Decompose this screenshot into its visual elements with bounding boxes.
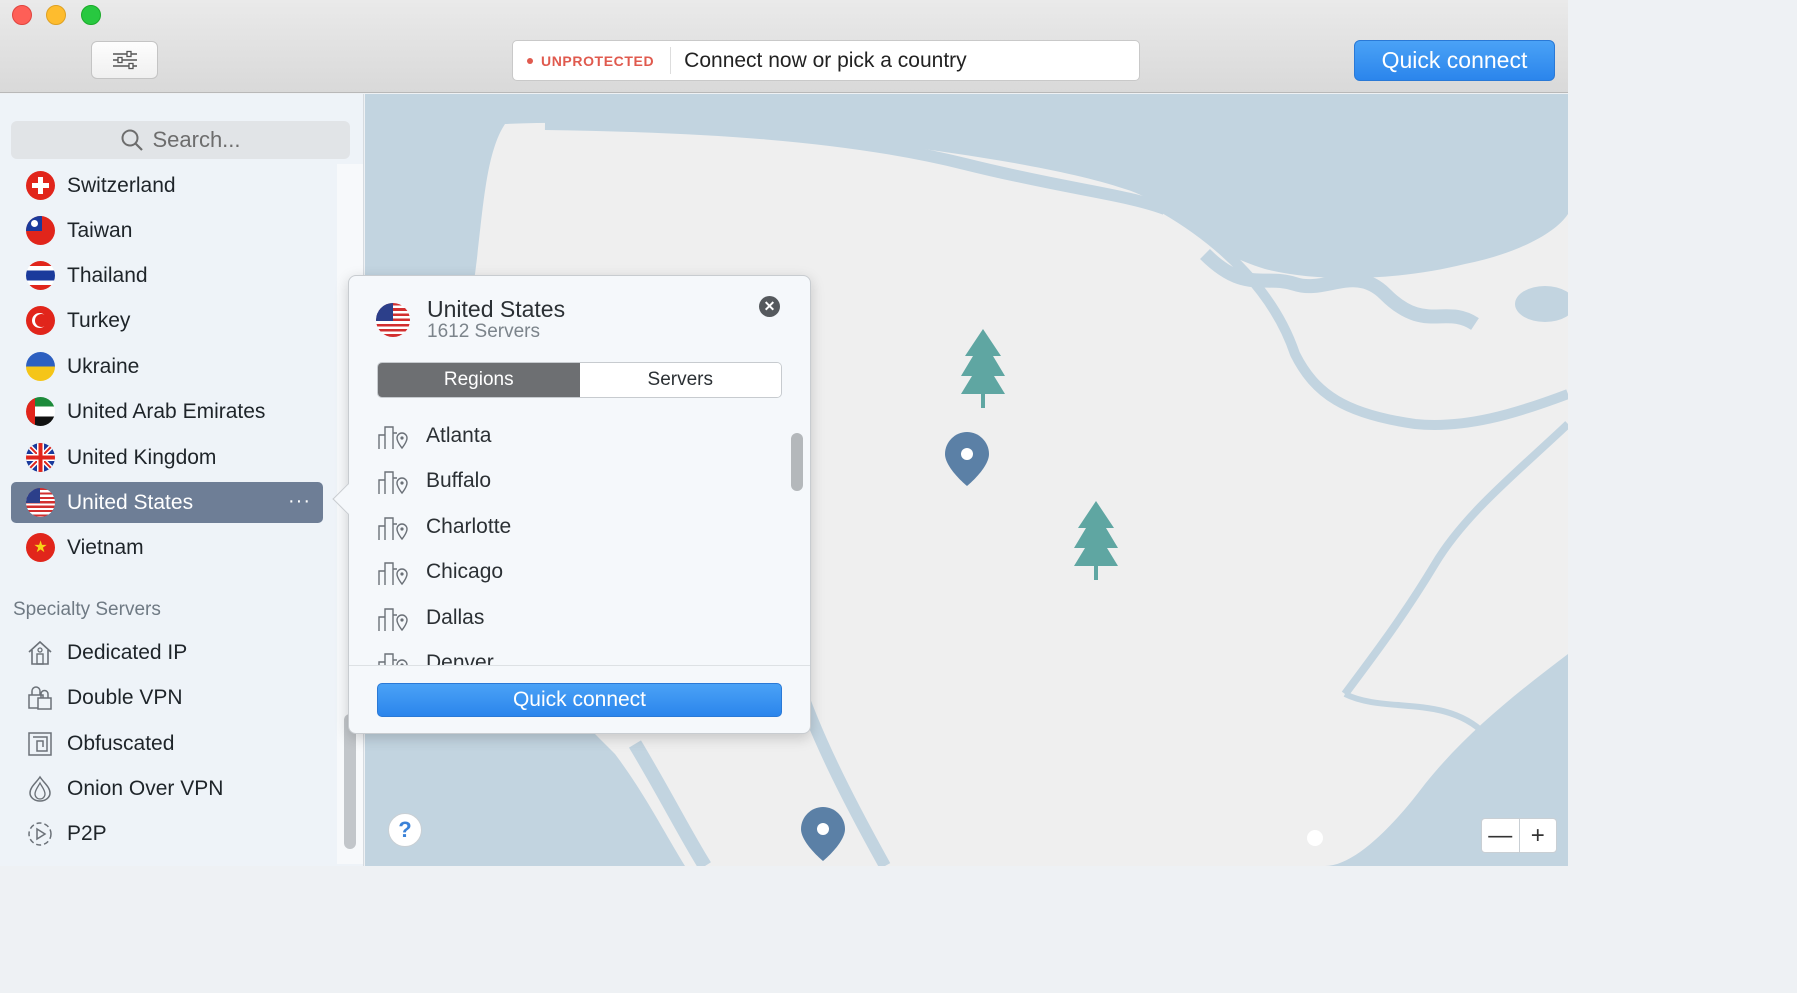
status-message: Connect now or pick a country (684, 48, 967, 72)
popover-quick-connect-button[interactable]: Quick connect (377, 683, 782, 717)
search-icon (121, 129, 144, 151)
country-name: Ukraine (67, 354, 140, 378)
taiwan-flag-icon (26, 216, 55, 245)
country-name: United States (67, 490, 194, 514)
popover-country-name: United States (427, 296, 566, 322)
country-name: United Arab Emirates (67, 399, 266, 423)
specialty-name: Dedicated IP (67, 640, 188, 664)
tab-servers[interactable]: Servers (579, 363, 781, 397)
search-input[interactable]: Search... (11, 121, 350, 159)
vietnam-flag-icon: ★ (26, 533, 55, 562)
country-name: Taiwan (67, 218, 133, 242)
country-popover: United States 1612 Servers ✕ Regions Ser… (332, 275, 811, 734)
specialty-row-onion-over-vpn[interactable]: Onion Over VPN (11, 768, 323, 809)
city-pin-icon (378, 471, 408, 495)
city-pin-icon (378, 608, 408, 632)
tab-regions[interactable]: Regions (378, 363, 580, 397)
specialty-row-double-vpn[interactable]: Double VPN (11, 677, 323, 718)
onion-icon (25, 774, 55, 804)
specialty-row-obfuscated[interactable]: Obfuscated (11, 723, 323, 764)
country-row-vietnam[interactable]: ★ Vietnam (11, 527, 323, 568)
double-lock-icon (25, 683, 55, 713)
country-row-thailand[interactable]: Thailand (11, 255, 323, 296)
popover-divider (349, 665, 810, 666)
search-placeholder: Search... (152, 127, 241, 152)
turkey-flag-icon (26, 306, 55, 335)
city-pin-icon (378, 562, 408, 586)
settings-button[interactable] (91, 41, 158, 79)
specialty-name: Obfuscated (67, 731, 175, 755)
country-row-taiwan[interactable]: Taiwan (11, 210, 323, 251)
zoom-window-button[interactable] (81, 5, 101, 25)
obfuscated-icon (25, 729, 55, 759)
status-dot-icon (527, 57, 533, 64)
city-pin-icon (378, 426, 408, 450)
ukraine-flag-icon (26, 352, 55, 381)
country-name: Vietnam (67, 535, 144, 559)
region-name: Atlanta (426, 424, 492, 447)
country-name: Thailand (67, 263, 148, 287)
specialty-name: Onion Over VPN (67, 776, 224, 800)
region-item-buffalo[interactable]: Buffalo (377, 459, 491, 503)
region-name: Charlotte (426, 515, 512, 538)
region-item-atlanta[interactable]: Atlanta (377, 414, 491, 458)
zoom-in-button[interactable]: + (1520, 819, 1557, 852)
region-list-scrollbar[interactable] (791, 433, 803, 491)
country-row-ukraine[interactable]: Ukraine (11, 346, 323, 387)
sliders-icon (112, 50, 137, 70)
status-divider (670, 47, 672, 74)
country-sidebar: Search... Switzerland Taiwan Thailand Tu… (0, 94, 364, 866)
us-flag-icon (376, 303, 410, 337)
uae-flag-icon (26, 397, 55, 426)
city-pin-icon (378, 653, 408, 666)
help-button[interactable]: ? (388, 813, 422, 847)
specialty-row-dedicated-ip[interactable]: Dedicated IP (11, 632, 323, 673)
regions-servers-toggle: Regions Servers (377, 362, 782, 398)
more-options-icon[interactable]: ··· (288, 490, 311, 513)
window-toolbar: UNPROTECTED Connect now or pick a countr… (0, 0, 1568, 866)
zoom-controls: — + (1481, 818, 1557, 853)
country-name: Switzerland (67, 173, 176, 197)
region-name: Chicago (426, 560, 504, 583)
p2p-icon (25, 819, 55, 849)
minimize-window-button[interactable] (46, 5, 66, 25)
house-icon (25, 638, 55, 668)
switzerland-flag-icon (26, 171, 55, 200)
close-window-button[interactable] (12, 5, 32, 25)
zoom-out-button[interactable]: — (1482, 819, 1520, 852)
region-item-dallas[interactable]: Dallas (377, 596, 484, 640)
country-row-uk[interactable]: United Kingdom (11, 437, 323, 478)
close-icon[interactable]: ✕ (759, 296, 780, 317)
region-name: Denver (426, 651, 494, 666)
country-name: United Kingdom (67, 445, 217, 469)
status-label: UNPROTECTED (541, 52, 655, 69)
country-row-uae[interactable]: United Arab Emirates (11, 391, 323, 432)
specialty-name: P2P (67, 821, 107, 845)
popover-server-count: 1612 Servers (427, 321, 541, 342)
region-name: Buffalo (426, 469, 491, 492)
region-item-chicago[interactable]: Chicago (377, 550, 503, 594)
region-item-denver[interactable]: Denver (377, 641, 494, 666)
uk-flag-icon (26, 443, 55, 472)
region-name: Dallas (426, 606, 485, 629)
sidebar-scrollbar[interactable] (344, 714, 356, 849)
thailand-flag-icon (26, 261, 55, 290)
country-row-united-states[interactable]: United States ··· (11, 482, 323, 523)
city-pin-icon (378, 517, 408, 541)
connection-status-bar: UNPROTECTED Connect now or pick a countr… (512, 40, 1140, 81)
us-flag-icon (26, 488, 55, 517)
quick-connect-button[interactable]: Quick connect (1354, 40, 1555, 81)
region-item-charlotte[interactable]: Charlotte (377, 505, 511, 549)
specialty-servers-heading: Specialty Servers (13, 599, 161, 620)
region-list: Atlanta Buffalo Charlotte Chicago Dallas… (349, 414, 789, 666)
specialty-row-p2p[interactable]: P2P (11, 813, 323, 854)
specialty-name: Double VPN (67, 685, 183, 709)
country-row-switzerland[interactable]: Switzerland (11, 165, 323, 206)
country-row-turkey[interactable]: Turkey (11, 300, 323, 341)
country-name: Turkey (67, 308, 131, 332)
